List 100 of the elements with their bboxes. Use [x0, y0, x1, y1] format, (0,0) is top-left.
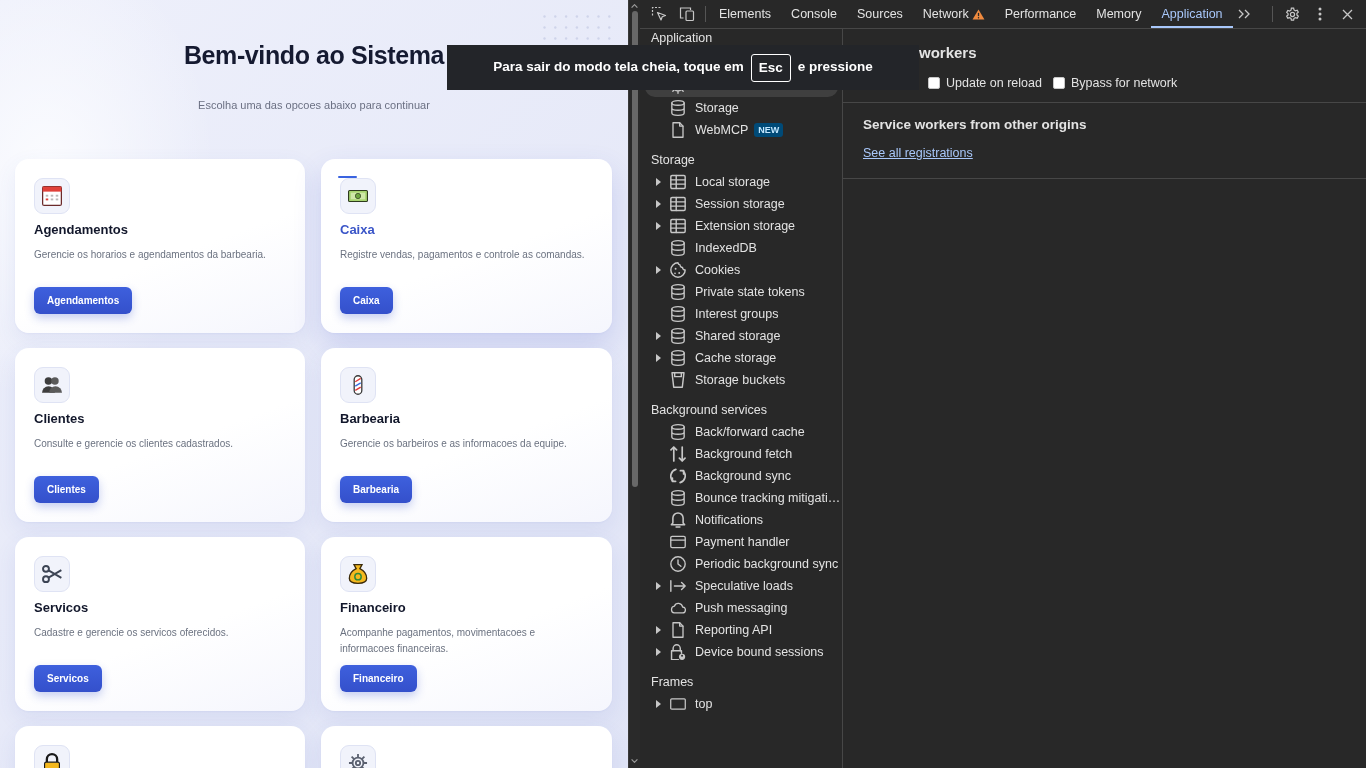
arrow-to-right-icon: [670, 578, 686, 594]
table-icon: [670, 196, 686, 212]
banknote-icon: [340, 178, 376, 214]
sidebar-item[interactable]: Reporting API: [645, 619, 838, 641]
expand-arrow-icon[interactable]: [656, 648, 661, 656]
devtools-tab[interactable]: Elements: [709, 0, 782, 28]
sidebar-item[interactable]: WebMCP NEW: [645, 119, 838, 141]
open-module-button[interactable]: Caixa: [340, 287, 393, 314]
close-icon[interactable]: [1342, 8, 1353, 20]
sidebar-item[interactable]: Notifications: [645, 509, 838, 531]
sync-icon: [670, 468, 686, 484]
cursor-in-box-icon[interactable]: [651, 6, 667, 22]
open-module-button[interactable]: Agendamentos: [34, 287, 133, 314]
phone-tablet-icon[interactable]: [679, 6, 695, 22]
expand-arrow-icon[interactable]: [656, 700, 661, 708]
expand-arrow-icon[interactable]: [656, 222, 661, 230]
devtools-tab[interactable]: Performance: [994, 0, 1087, 28]
menu-icon[interactable]: [1318, 7, 1322, 21]
sidebar-item[interactable]: Cache storage: [645, 347, 838, 369]
sidebar-item[interactable]: Cookies: [645, 259, 838, 281]
window-icon: [670, 696, 686, 712]
card-title: Barbearia: [340, 411, 400, 427]
hover-indicator: [338, 176, 357, 178]
cloud-icon: [670, 600, 686, 616]
sidebar-section-heading: Application: [651, 31, 713, 45]
scroll-up-icon[interactable]: [631, 4, 638, 8]
sidebar-item[interactable]: Back/forward cache: [645, 421, 838, 443]
sidebar-item[interactable]: Background fetch: [645, 443, 838, 465]
card-title: Caixa: [340, 222, 375, 238]
sidebar-item[interactable]: Private state tokens: [645, 281, 838, 303]
sidebar-item[interactable]: Session storage: [645, 193, 838, 215]
sidebar-section-heading: Frames: [651, 675, 694, 689]
scroll-down-icon[interactable]: [631, 759, 638, 763]
card-title: Clientes: [34, 411, 85, 427]
sidebar-item[interactable]: Storage: [645, 97, 838, 119]
expand-arrow-icon[interactable]: [656, 354, 661, 362]
calendar-icon: [34, 178, 70, 214]
card-description: Registre vendas, pagamentos e controle as comandas.: [340, 248, 585, 262]
expand-arrow-icon[interactable]: [656, 626, 661, 634]
table-icon: [670, 174, 686, 190]
sidebar-item[interactable]: Interest groups: [645, 303, 838, 325]
sidebar-item[interactable]: Extension storage: [645, 215, 838, 237]
card-description: Cadastre e gerencie os servicos oferecidos.: [34, 626, 229, 640]
two-people-icon: [34, 367, 70, 403]
new-badge: NEW: [754, 123, 784, 137]
database-icon: [670, 350, 686, 366]
sidebar-item[interactable]: Push messaging: [645, 597, 838, 619]
card-title: Financeiro: [340, 600, 406, 616]
card-title: Agendamentos: [34, 222, 128, 238]
bell-icon: [670, 512, 686, 528]
section-heading: Service workers from other origins: [863, 117, 1087, 133]
expand-arrow-icon[interactable]: [656, 178, 661, 186]
sidebar-item[interactable]: Device bound sessions: [645, 641, 838, 663]
sidebar-item[interactable]: Speculative loads: [645, 575, 838, 597]
lock-person-icon: [670, 644, 686, 660]
devtools-tab[interactable]: Sources: [847, 0, 913, 28]
page-subtitle: Escolha uma das opcoes abaixo para continuar: [198, 98, 430, 113]
sidebar-item[interactable]: Local storage: [645, 171, 838, 193]
file-icon: [670, 122, 686, 138]
up-down-arrows-icon: [670, 446, 686, 462]
cookie-icon: [670, 262, 686, 278]
dot-grid-drawing: [543, 15, 611, 41]
sidebar-item[interactable]: Background sync: [645, 465, 838, 487]
checkbox-label[interactable]: Update on reload: [946, 73, 1042, 93]
checkbox[interactable]: [928, 77, 940, 89]
database-icon: [670, 240, 686, 256]
devtools-tab[interactable]: Console: [781, 0, 847, 28]
sidebar-item[interactable]: IndexedDB: [645, 237, 838, 259]
open-module-button[interactable]: Barbearia: [340, 476, 413, 503]
open-module-button[interactable]: Servicos: [34, 665, 102, 692]
expand-arrow-icon[interactable]: [656, 200, 661, 208]
database-icon: [670, 490, 686, 506]
sidebar-item[interactable]: Shared storage: [645, 325, 838, 347]
expand-arrow-icon[interactable]: [656, 332, 661, 340]
devtools-tab[interactable]: Application: [1151, 0, 1233, 28]
sidebar-item[interactable]: Periodic background sync: [645, 553, 838, 575]
database-icon: [670, 328, 686, 344]
double-chevron-icon[interactable]: [1237, 9, 1250, 19]
checkbox[interactable]: [1052, 77, 1065, 89]
devtools-tab[interactable]: Memory: [1086, 0, 1152, 28]
clock-icon: [670, 556, 686, 572]
expand-arrow-icon[interactable]: [656, 582, 661, 590]
page-title: Bem-vindo ao Sistema: [183, 40, 445, 70]
sidebar-item[interactable]: Bounce tracking mitigati…: [645, 487, 838, 509]
sidebar-item[interactable]: top: [645, 693, 838, 715]
devtools-tab[interactable]: Network: [912, 0, 995, 28]
expand-arrow-icon[interactable]: [656, 266, 661, 274]
open-module-button[interactable]: Clientes: [34, 476, 99, 503]
open-module-button[interactable]: Financeiro: [340, 665, 417, 692]
sidebar-item[interactable]: Storage buckets: [645, 369, 838, 391]
link[interactable]: See all registrations: [863, 145, 973, 161]
keyboard-key: Esc: [750, 53, 791, 82]
settings-icon[interactable]: [1285, 6, 1300, 22]
barber-pole-icon: [340, 367, 376, 403]
scissors-icon: [34, 556, 70, 592]
sidebar-item[interactable]: Payment handler: [645, 531, 838, 553]
sidebar-section-heading: Background services: [651, 403, 768, 417]
card-icon: [670, 534, 686, 550]
section-heading: workers: [919, 43, 977, 63]
checkbox-label[interactable]: Bypass for network: [1070, 73, 1178, 93]
